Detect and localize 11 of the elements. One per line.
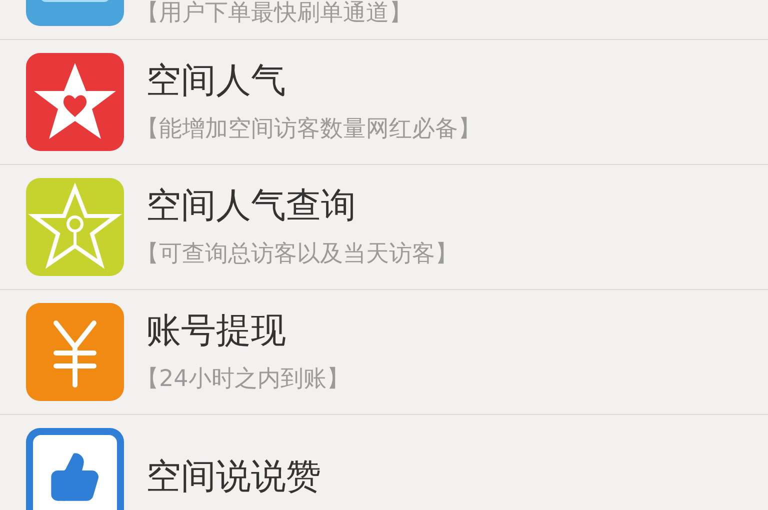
item-subtitle: 【能增加空间访客数量网红必备】 bbox=[136, 115, 481, 143]
thumbs-up-icon bbox=[26, 428, 124, 510]
item-title: 空间人气查询 bbox=[146, 186, 357, 226]
item-subtitle: 【用户下单最快刷单通道】 bbox=[136, 0, 412, 27]
item-title: 账号提现 bbox=[146, 311, 287, 351]
item-title: 空间人气 bbox=[146, 61, 287, 101]
item-subtitle: 【可查询总访客以及当天访客】 bbox=[136, 240, 458, 268]
star-outline-icon bbox=[26, 178, 124, 276]
item-title: 空间说说赞 bbox=[146, 457, 321, 497]
item-subtitle: 【24小时之内到账】 bbox=[136, 365, 350, 393]
yen-icon bbox=[26, 303, 124, 401]
